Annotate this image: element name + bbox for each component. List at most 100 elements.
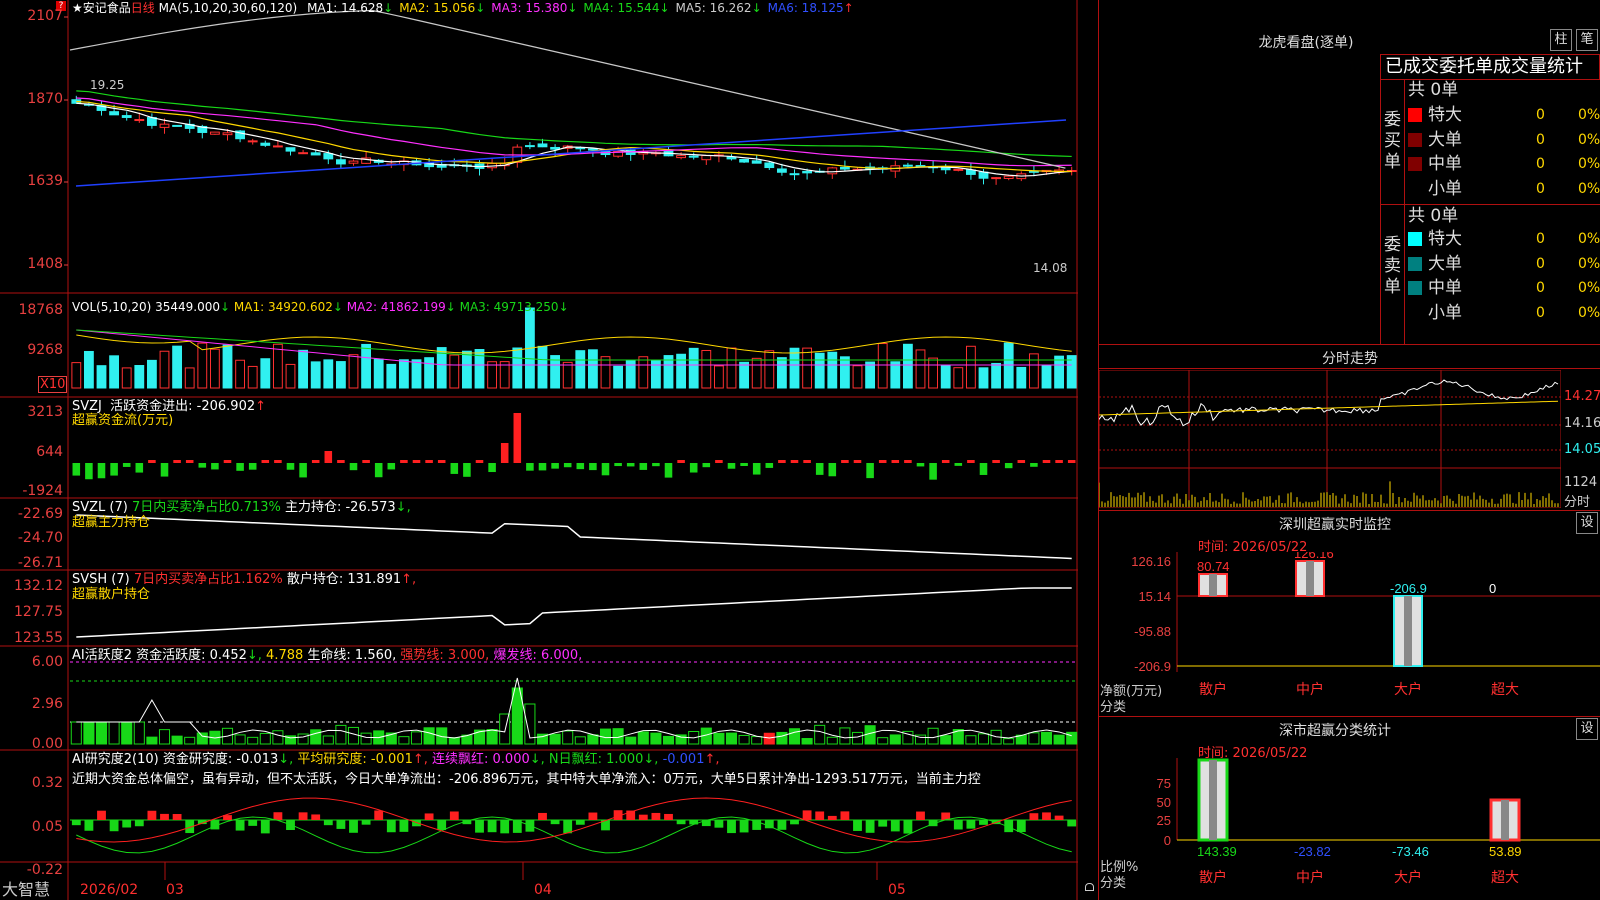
ai-research-bar <box>903 820 913 834</box>
svzj-bar <box>274 460 282 463</box>
ai-research-bar <box>311 814 321 820</box>
ai-research-bar <box>638 814 648 820</box>
volume-bar <box>71 362 82 389</box>
svzj-bar <box>211 463 219 470</box>
ai-last-arrow: ↑, <box>704 752 720 767</box>
candle-body <box>827 167 838 175</box>
axis-svzl-1: -22.69 <box>17 506 63 522</box>
ai-research-bar <box>424 813 434 820</box>
svzj-bar <box>324 451 333 463</box>
row-count: 0 <box>1536 180 1545 197</box>
sz-class-settings-button[interactable]: 设 <box>1576 718 1598 740</box>
volume-bar <box>726 347 737 389</box>
candle-body <box>524 145 535 148</box>
svzj-bar <box>1067 460 1076 463</box>
ai-active-title: AI活跃度2 <box>72 648 132 663</box>
svsh-title: SVSH (7) <box>72 572 130 587</box>
candle-body <box>839 166 850 170</box>
intraday-title: 分时走势 <box>1322 351 1378 367</box>
sz-monitor-bar-shade <box>1306 561 1314 596</box>
intraday-axis-2: 14.16 <box>1564 416 1600 431</box>
sz-monitor-bar-shade <box>1404 596 1412 666</box>
candle-body <box>310 152 321 156</box>
longhu-tabs[interactable]: 已成交委托单成交量统计 <box>1380 54 1600 80</box>
lock-icon[interactable] <box>1085 883 1094 891</box>
ai-active-bar <box>927 727 939 745</box>
ai-research-bar <box>122 820 132 828</box>
candle-body <box>260 142 271 146</box>
candle-body <box>701 155 712 161</box>
axis-price-1: 2107 <box>27 8 63 24</box>
sz-class-chart: 75 50 25 0 143.39 散户 -23.82 中户 -73.46 大户 53.89 超大 <box>1157 758 1600 885</box>
longhu-mid-border <box>1380 204 1600 205</box>
intraday-unit: 分时 <box>1564 495 1591 510</box>
ai-active-bar <box>788 728 801 745</box>
svzj-bar <box>790 460 799 463</box>
svzj-bar <box>248 463 257 470</box>
intraday-frame <box>1099 370 1561 508</box>
volume-bar <box>335 361 346 389</box>
intraday-avg-line <box>1099 400 1559 416</box>
sz-monitor-axis-label: -95.88 <box>1134 624 1171 639</box>
candle-body <box>209 131 220 135</box>
ai-research-bar <box>979 820 988 825</box>
volume-bar <box>751 357 762 389</box>
axis-svsh-2: 127.75 <box>14 604 63 620</box>
candle-body <box>323 153 334 160</box>
tick-mode-button[interactable]: 笔 <box>1576 29 1598 51</box>
ai-research-bar <box>172 814 182 820</box>
svzj-bar <box>236 463 244 471</box>
ai-research-arrow: ↓, <box>278 752 294 767</box>
ai-research-line <box>76 816 1072 854</box>
volume-bar <box>461 350 472 389</box>
bar-mode-button[interactable]: 柱 <box>1550 29 1572 51</box>
sz-class-bar-shade <box>1501 800 1509 840</box>
candle-body <box>676 155 687 159</box>
svzj-bar <box>437 460 446 463</box>
ai-active-bar <box>940 735 952 745</box>
svzj-bar <box>916 463 925 467</box>
candle-body <box>940 167 951 171</box>
ai-active-bar <box>335 724 347 745</box>
svzj-bar <box>412 460 421 463</box>
period-label[interactable]: 日线 <box>131 1 155 15</box>
svzj-bar <box>173 460 181 463</box>
ma2-arrow: ↓ <box>475 1 486 15</box>
volume-bar <box>109 355 120 389</box>
volume-bar <box>650 359 661 389</box>
ai-research-bar <box>727 820 736 834</box>
svzj-bar <box>286 463 295 470</box>
volume-bar <box>310 361 321 389</box>
candle-body <box>298 152 309 155</box>
svzj-bar <box>878 460 887 463</box>
volume-bar <box>298 349 309 389</box>
color-swatch <box>1408 108 1422 122</box>
svzj-bar <box>463 463 471 477</box>
sz-monitor-settings-button[interactable]: 设 <box>1576 512 1598 534</box>
volume-bar <box>613 365 624 389</box>
sz-monitor-bar-shade <box>1209 574 1217 596</box>
intraday-chart[interactable] <box>1099 370 1561 508</box>
ai-active-bar <box>1040 731 1053 745</box>
axis-svzj-1: 3213 <box>27 404 63 420</box>
volume-bar <box>676 353 687 389</box>
volume-bar <box>978 367 989 389</box>
ai-active-bar <box>146 736 158 745</box>
volume-bar <box>449 354 460 389</box>
sz-class-value: 53.89 <box>1489 844 1522 859</box>
volume-bar <box>701 349 712 389</box>
volume-bar <box>83 350 94 389</box>
ai-research-bar <box>1016 820 1026 833</box>
sz-monitor-xlabel: 分类 <box>1100 700 1127 715</box>
svzj-bar <box>299 463 307 478</box>
volume-bar <box>802 347 813 389</box>
color-swatch <box>1408 305 1422 320</box>
axis-air-2: 0.05 <box>31 819 63 835</box>
svzj-bar <box>362 460 370 463</box>
ai-active-bar <box>247 736 259 745</box>
axis-ai-3: 0.00 <box>31 736 63 752</box>
svzj-bar <box>97 463 106 479</box>
candle-body <box>109 111 120 116</box>
candle-body <box>902 164 913 167</box>
ai-research-comment: 近期大资金总体偏空，虽有异动，但不太活跃，今日大单净流出：-206.896万元，… <box>72 772 981 787</box>
